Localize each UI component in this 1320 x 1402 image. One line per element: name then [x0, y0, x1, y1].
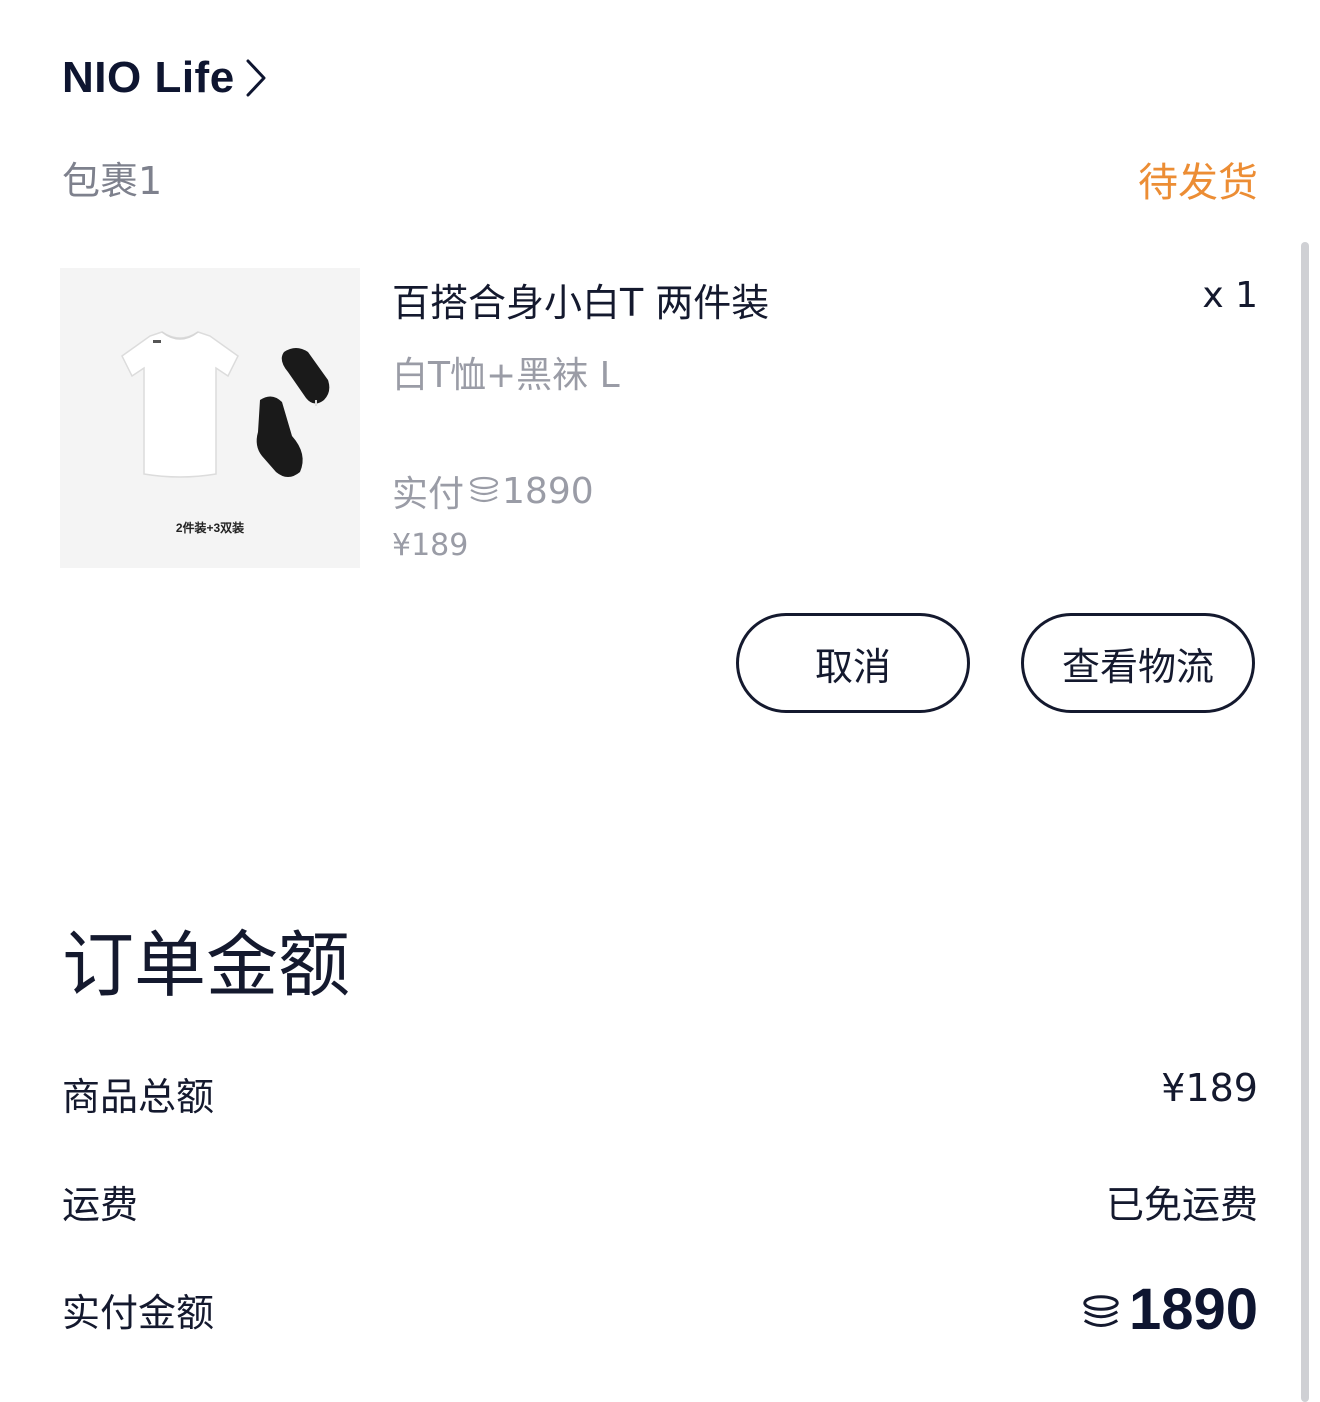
total-paid-value: 1890: [1081, 1276, 1258, 1343]
paid-prefix: 实付: [392, 474, 465, 515]
package-label: 包裹1: [62, 159, 163, 203]
product-title[interactable]: 百搭合身小白T 两件装: [392, 272, 769, 327]
chevron-right-icon: [246, 59, 266, 97]
total-paid-points: 1890: [1128, 1277, 1258, 1342]
product-price: ¥189: [392, 528, 469, 563]
store-header[interactable]: NIO Life: [62, 46, 267, 110]
view-logistics-button[interactable]: 查看物流: [1021, 613, 1255, 713]
product-paid-points: 实付 1890: [392, 468, 594, 516]
product-illustration: 2件装+3双装: [60, 268, 360, 568]
product-image[interactable]: 2件装+3双装: [60, 268, 360, 568]
total-paid-label: 实付金额: [62, 1291, 215, 1335]
subtotal-value: ¥189: [1161, 1066, 1258, 1110]
subtotal-label: 商品总额: [62, 1075, 215, 1119]
order-amount-title: 订单金额: [62, 923, 351, 1007]
coin-stack-icon: [1083, 1294, 1119, 1327]
shipping-value: 已免运费: [1105, 1183, 1258, 1227]
store-name: NIO Life: [62, 53, 235, 102]
product-quantity: x 1: [1202, 275, 1258, 316]
paid-points: 1890: [502, 470, 594, 512]
scrollbar[interactable]: [1301, 242, 1309, 1402]
product-image-caption: 2件装+3双装: [176, 520, 244, 535]
product-spec: 白T恤+黑袜 L: [392, 355, 620, 396]
package-status: 待发货: [1138, 160, 1258, 206]
shipping-label: 运费: [62, 1183, 139, 1227]
cancel-button[interactable]: 取消: [736, 613, 970, 713]
coin-stack-icon: [469, 476, 499, 503]
